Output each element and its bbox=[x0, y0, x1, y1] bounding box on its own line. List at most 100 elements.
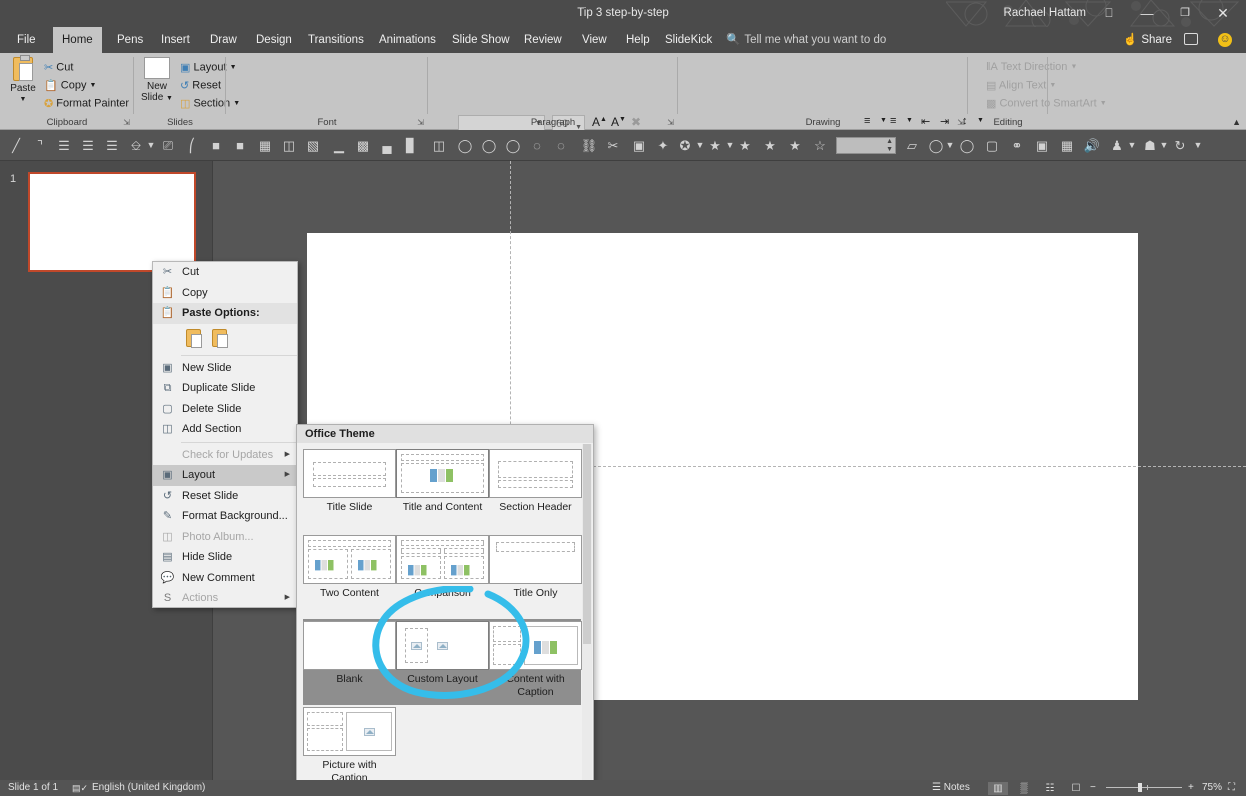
merge-fragment-icon[interactable]: ◯ bbox=[501, 130, 525, 161]
distribute-vertical-icon[interactable]: ◫ bbox=[427, 130, 451, 161]
send-backward-icon[interactable]: ⎛ bbox=[180, 130, 204, 161]
context-menu-item-check-for-updates[interactable]: Check for Updates ▶ bbox=[153, 445, 297, 466]
zoom-in-button[interactable]: + bbox=[1188, 780, 1194, 796]
oval-icon[interactable]: ◯ bbox=[955, 130, 979, 161]
more-icon[interactable]: ▼ bbox=[1190, 130, 1206, 161]
chevron-down-icon[interactable]: ▼ bbox=[1049, 82, 1056, 89]
send-to-back-icon[interactable]: ■ bbox=[228, 130, 252, 161]
chevron-down-icon[interactable]: ▼ bbox=[1070, 64, 1077, 71]
collapse-ribbon-chevron-icon[interactable]: ▲ bbox=[1232, 117, 1241, 127]
layout-blank[interactable]: Blank bbox=[303, 621, 396, 686]
share-button[interactable]: ☝ Share bbox=[1123, 27, 1172, 53]
shape-style-1-icon[interactable]: ✦ bbox=[652, 130, 674, 161]
context-menu-item-add-section[interactable]: ◫ Add Section bbox=[153, 419, 297, 440]
3d-model-icon[interactable]: ⚭ bbox=[1005, 130, 1029, 161]
align-objects-right-icon[interactable]: ▧ bbox=[301, 130, 325, 161]
align-middle-icon[interactable]: ▩ bbox=[351, 130, 375, 161]
align-objects-left-icon[interactable]: ▦ bbox=[253, 130, 277, 161]
tab-home[interactable]: Home bbox=[53, 27, 102, 53]
chevron-down-icon[interactable]: ▼ bbox=[90, 82, 97, 89]
spinner-icon[interactable]: ▲ ▼ bbox=[886, 138, 893, 154]
slide-thumbnail-1[interactable] bbox=[28, 172, 196, 272]
fit-slide-to-window-icon[interactable]: ⛶ bbox=[1228, 780, 1235, 796]
tab-view[interactable]: View bbox=[573, 27, 616, 53]
align-center-objects-icon[interactable]: ◫ bbox=[277, 130, 301, 161]
format-painter-button[interactable]: ✪ Format Painter bbox=[44, 97, 129, 110]
tab-insert[interactable]: Insert bbox=[152, 27, 199, 53]
layout-two-content[interactable]: Two Content bbox=[303, 535, 396, 600]
ink-size-input[interactable]: ▲ ▼ bbox=[836, 137, 896, 154]
cut-button[interactable]: ✂ Cut bbox=[44, 61, 73, 74]
feedback-smiley-icon[interactable]: ☺ bbox=[1218, 33, 1232, 47]
layout-title-only[interactable]: Title Only bbox=[489, 535, 582, 600]
bring-forward-icon[interactable]: ⎚ bbox=[156, 130, 180, 161]
clipboard-dialog-launcher[interactable]: ⇲ bbox=[123, 118, 130, 127]
merge-subtract-icon[interactable]: ◌ bbox=[549, 130, 573, 161]
paste-keep-formatting-icon[interactable] bbox=[182, 327, 204, 349]
align-left-icon[interactable]: ☰ bbox=[52, 130, 76, 161]
paste-button[interactable]: Paste ▼ bbox=[8, 55, 38, 105]
close-button[interactable]: ✕ bbox=[1204, 0, 1242, 27]
tell-me-search[interactable]: 🔍 Tell me what you want to do bbox=[726, 27, 886, 53]
reset-button[interactable]: ↺ Reset bbox=[180, 79, 221, 92]
shape-style-4-icon[interactable]: ★ bbox=[734, 130, 756, 161]
shape-style-5-icon[interactable]: ★ bbox=[759, 130, 781, 161]
context-menu-item-hide-slide[interactable]: ▤ Hide Slide bbox=[153, 547, 297, 568]
zoom-slider-track[interactable] bbox=[1106, 787, 1182, 788]
shape-style-7-icon[interactable]: ☆ bbox=[809, 130, 831, 161]
align-top-icon[interactable]: ▁ bbox=[327, 130, 351, 161]
rotate-icon[interactable]: ↻ bbox=[1168, 130, 1192, 161]
comment-icon[interactable] bbox=[1184, 33, 1198, 45]
context-menu-item-duplicate-slide[interactable]: ⧉ Duplicate Slide bbox=[153, 378, 297, 399]
align-center-icon[interactable]: ☰ bbox=[76, 130, 100, 161]
context-menu-item-reset-slide[interactable]: ↺ Reset Slide bbox=[153, 486, 297, 507]
new-slide-button[interactable]: New Slide ▼ bbox=[138, 57, 176, 104]
layout-title-slide[interactable]: Title Slide bbox=[303, 449, 396, 514]
normal-view-button[interactable]: ▥ bbox=[988, 782, 1008, 795]
merge-intersect-icon[interactable]: ◌ bbox=[525, 130, 549, 161]
context-menu-item-actions[interactable]: S Actions ▶ bbox=[153, 588, 297, 609]
layout-section-header[interactable]: Section Header bbox=[489, 449, 582, 514]
chevron-down-icon[interactable]: ▼ bbox=[1100, 100, 1107, 107]
shape-style-2-icon[interactable]: ✪ bbox=[674, 130, 696, 161]
tab-review[interactable]: Review bbox=[515, 27, 571, 53]
accessibility-checker-icon[interactable]: ▤✓ bbox=[72, 780, 88, 796]
tab-draw[interactable]: Draw bbox=[201, 27, 246, 53]
tab-file[interactable]: File bbox=[8, 27, 45, 53]
elbow-connector-icon[interactable]: ⌝ bbox=[28, 130, 52, 161]
font-dialog-launcher[interactable]: ⇲ bbox=[417, 118, 424, 127]
bring-to-front-icon[interactable]: ■ bbox=[204, 130, 228, 161]
context-menu-item-photo-album[interactable]: ◫ Photo Album... bbox=[153, 527, 297, 548]
context-menu-item-cut[interactable]: ✂ Cut bbox=[153, 262, 297, 283]
shape-style-3-icon[interactable]: ★ bbox=[704, 130, 726, 161]
align-right-icon[interactable]: ☰ bbox=[100, 130, 124, 161]
chevron-down-icon[interactable]: ▼ bbox=[1126, 130, 1138, 161]
language-label[interactable]: English (United Kingdom) bbox=[92, 780, 205, 796]
zoom-slider-handle[interactable] bbox=[1138, 783, 1142, 792]
audio-icon[interactable]: 🔊 bbox=[1080, 130, 1104, 161]
crop-icon[interactable]: ⛓ bbox=[577, 130, 601, 161]
gallery-scrollbar[interactable] bbox=[582, 444, 592, 794]
notes-button[interactable]: ☰ Notes bbox=[932, 780, 970, 796]
tab-slidekick[interactable]: SlideKick bbox=[656, 27, 721, 53]
shape-style-6-icon[interactable]: ★ bbox=[784, 130, 806, 161]
context-menu-item-new-slide[interactable]: ▣ New Slide bbox=[153, 358, 297, 379]
layout-title-and-content[interactable]: Title and Content bbox=[396, 449, 489, 514]
freeform-icon[interactable]: ▱ bbox=[900, 130, 924, 161]
distribute-horizontal-icon[interactable]: ▊ bbox=[399, 130, 423, 161]
tab-design[interactable]: Design bbox=[247, 27, 301, 53]
tab-help[interactable]: Help bbox=[617, 27, 659, 53]
slide-context-menu[interactable]: ✂ Cut 📋 Copy 📋 Paste Options: ▣ New Slid… bbox=[152, 261, 298, 608]
gallery-scroll-thumb[interactable] bbox=[583, 444, 591, 644]
slide-show-button[interactable]: ☐ bbox=[1066, 782, 1086, 795]
paste-picture-icon[interactable] bbox=[208, 327, 230, 349]
copy-button[interactable]: 📋 Copy ▼ bbox=[44, 79, 96, 92]
zoom-level-label[interactable]: 75% bbox=[1202, 780, 1222, 796]
zoom-out-button[interactable]: − bbox=[1090, 780, 1096, 796]
rectangle-icon[interactable]: ▢ bbox=[980, 130, 1004, 161]
context-menu-item-format-background[interactable]: ✎ Format Background... bbox=[153, 506, 297, 527]
tab-transitions[interactable]: Transitions bbox=[299, 27, 373, 53]
maximize-button[interactable]: ❐ bbox=[1166, 0, 1204, 27]
merge-union-icon[interactable]: ◯ bbox=[453, 130, 477, 161]
tab-animations[interactable]: Animations bbox=[370, 27, 445, 53]
